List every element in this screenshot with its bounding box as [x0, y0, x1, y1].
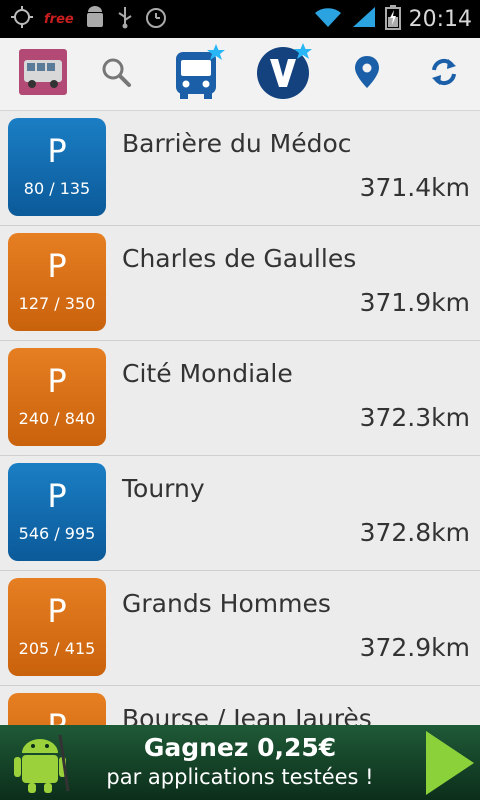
vcub-favorites-button[interactable]	[254, 38, 314, 110]
parking-capacity: 546 / 995	[18, 524, 96, 543]
ad-subline: par applications testées !	[106, 765, 374, 789]
parking-capacity: 127 / 350	[18, 294, 96, 313]
bus-favorite-icon	[171, 44, 225, 104]
parking-name: Tourny	[122, 474, 205, 503]
v-favorite-icon	[255, 43, 313, 105]
bus-photo-icon	[18, 48, 68, 100]
gps-icon	[10, 5, 34, 33]
parking-capacity: 240 / 840	[18, 409, 96, 428]
parking-list: P 80 / 135 Barrière du Médoc 371.4km P 1…	[0, 111, 480, 725]
parking-distance: 372.8km	[359, 518, 470, 547]
clock: 20:14	[408, 6, 472, 32]
wifi-icon	[313, 5, 343, 33]
parking-badge: P 240 / 840	[8, 348, 106, 446]
parking-name: Charles de Gaulles	[122, 244, 357, 273]
parking-distance: 371.9km	[359, 288, 470, 317]
list-item[interactable]: P 80 / 135 Barrière du Médoc 371.4km	[0, 111, 480, 226]
search-icon	[100, 56, 132, 92]
status-bar: free 20:14	[0, 0, 480, 38]
ad-banner[interactable]: Gagnez 0,25€ par applications testées !	[0, 725, 480, 800]
parking-letter: P	[47, 592, 67, 630]
parking-name: Bourse / Jean Jaurès	[122, 704, 372, 725]
refresh-icon	[429, 57, 459, 91]
parking-distance: 371.4km	[359, 173, 470, 202]
location-pin-icon	[354, 55, 380, 93]
ad-headline: Gagnez 0,25€	[143, 733, 337, 762]
parking-letter: P	[47, 132, 67, 170]
usb-icon	[116, 5, 134, 33]
bus-photo-button[interactable]	[16, 38, 70, 110]
parking-badge: P 546 / 995	[8, 463, 106, 561]
search-button[interactable]	[96, 38, 136, 110]
list-item[interactable]: P 240 / 840 Cité Mondiale 372.3km	[0, 341, 480, 456]
parking-letter: P	[47, 362, 67, 400]
location-button[interactable]	[350, 38, 384, 110]
bus-favorites-button[interactable]	[170, 38, 226, 110]
parking-badge: P 127 / 350	[8, 233, 106, 331]
parking-badge: P	[8, 693, 106, 725]
parking-name: Cité Mondiale	[122, 359, 293, 388]
parking-name: Barrière du Médoc	[122, 129, 352, 158]
list-item[interactable]: P 205 / 415 Grands Hommes 372.9km	[0, 571, 480, 686]
parking-distance: 372.9km	[359, 633, 470, 662]
battery-icon	[384, 4, 401, 34]
parking-letter: P	[47, 477, 67, 515]
toolbar	[0, 38, 480, 111]
parking-letter: P	[8, 709, 106, 725]
signal-icon	[351, 5, 377, 33]
ad-arrow-icon[interactable]	[426, 731, 474, 795]
parking-name: Grands Hommes	[122, 589, 331, 618]
list-item[interactable]: P 127 / 350 Charles de Gaulles 371.9km	[0, 226, 480, 341]
refresh-button[interactable]	[426, 38, 462, 110]
parking-capacity: 80 / 135	[23, 179, 91, 198]
android-robot-icon	[12, 731, 70, 799]
android-debug-icon	[84, 5, 106, 33]
free-label: free	[44, 11, 74, 27]
list-item[interactable]: P 546 / 995 Tourny 372.8km	[0, 456, 480, 571]
list-item[interactable]: P Bourse / Jean Jaurès	[0, 686, 480, 725]
parking-capacity: 205 / 415	[18, 639, 96, 658]
parking-badge: P 80 / 135	[8, 118, 106, 216]
parking-letter: P	[47, 247, 67, 285]
alarm-icon	[144, 5, 168, 33]
parking-badge: P 205 / 415	[8, 578, 106, 676]
parking-distance: 372.3km	[359, 403, 470, 432]
